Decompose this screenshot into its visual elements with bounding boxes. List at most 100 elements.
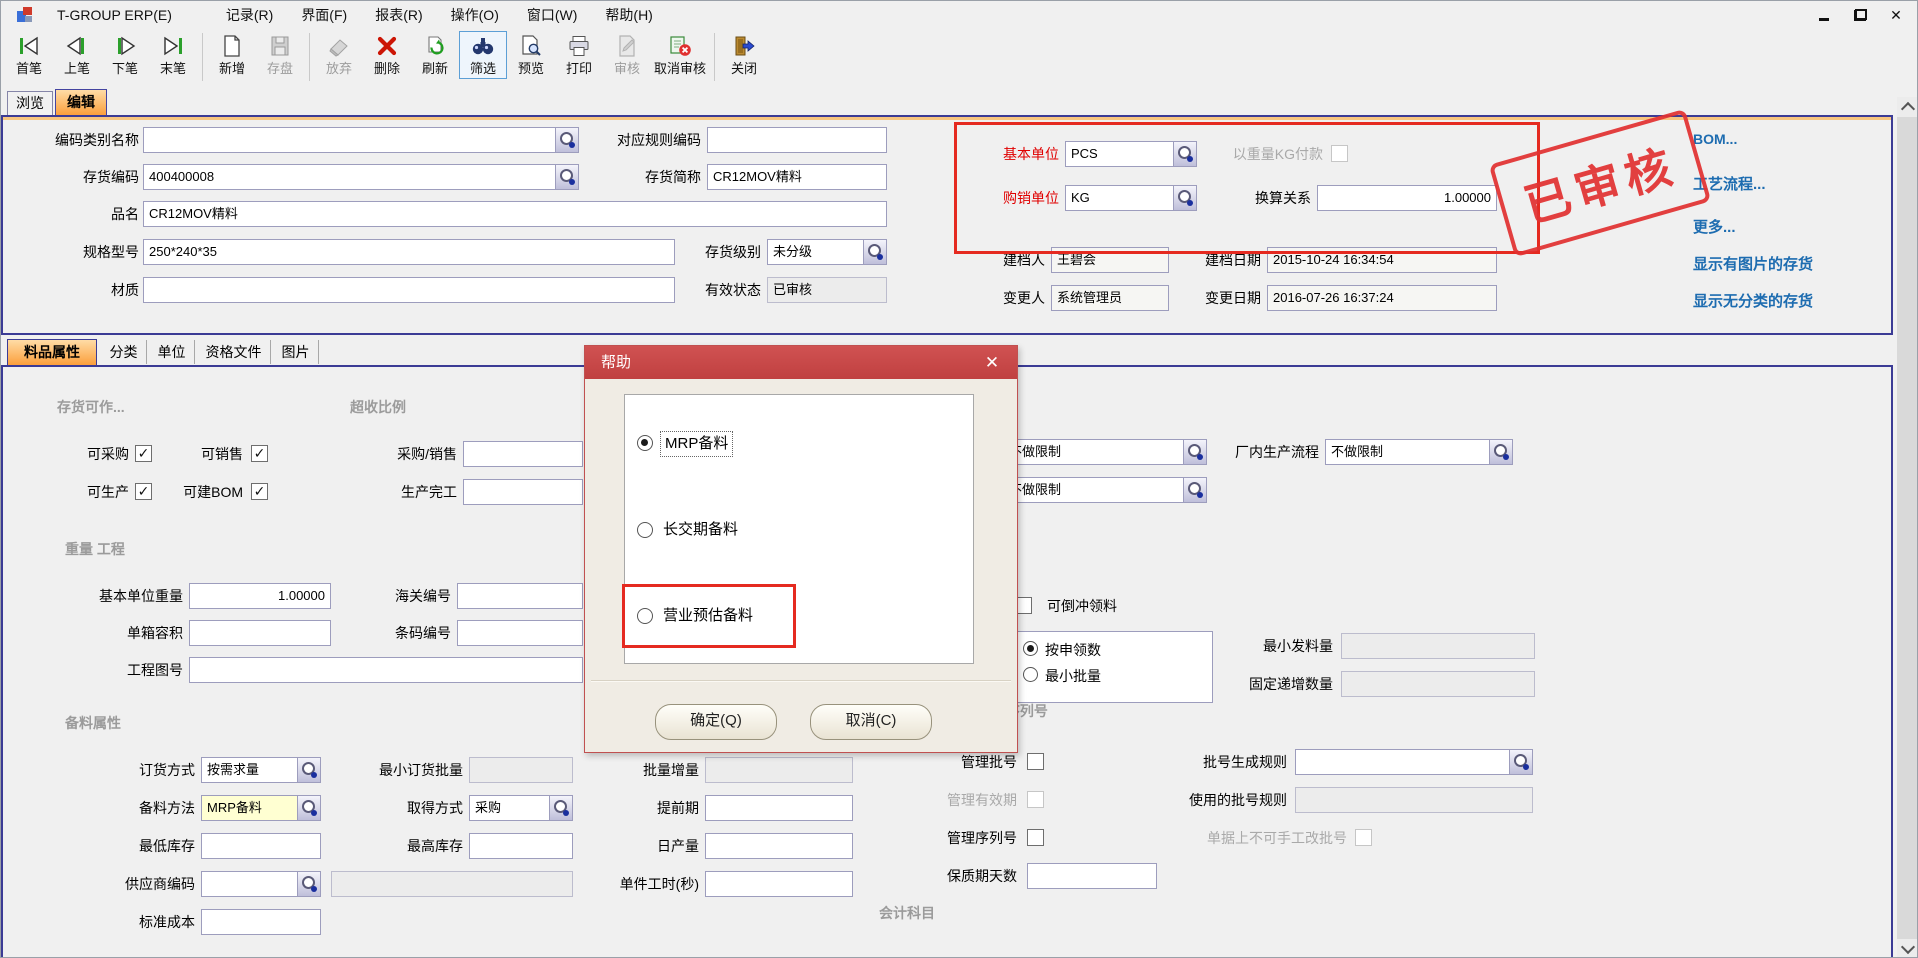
option-sales-forecast-radio[interactable] <box>637 608 653 624</box>
over-purchase-sale-field[interactable] <box>463 441 583 467</box>
code-class-field[interactable] <box>143 127 579 153</box>
last-record-button[interactable]: 末笔 <box>149 31 197 79</box>
minimize-button[interactable] <box>1813 4 1835 26</box>
manage-serial-checkbox[interactable] <box>1027 829 1044 846</box>
shelf-days-field[interactable] <box>1027 863 1157 889</box>
base-unit-field[interactable]: PCS <box>1065 141 1197 167</box>
limit-dropdown-1[interactable]: 不做限制 <box>1003 439 1207 465</box>
lookup-icon[interactable] <box>297 796 320 820</box>
discard-button[interactable]: 放弃 <box>315 31 363 79</box>
tab-images[interactable]: 图片 <box>273 340 319 364</box>
item-name-field[interactable]: CR12MOV精料 <box>143 201 887 227</box>
help-dialog-titlebar[interactable]: 帮助 <box>585 346 1017 379</box>
dialog-close-icon[interactable]: ✕ <box>979 346 1005 379</box>
tab-classification[interactable]: 分类 <box>101 340 147 364</box>
option-long-lead-radio[interactable] <box>637 522 653 538</box>
menu-app-title[interactable]: T-GROUP ERP(E) <box>43 1 186 29</box>
item-code-field[interactable]: 400400008 <box>143 164 579 190</box>
prev-record-button[interactable]: 上笔 <box>53 31 101 79</box>
tab-browse[interactable]: 浏览 <box>7 91 53 115</box>
vertical-scrollbar[interactable] <box>1897 97 1918 958</box>
unit-time-field[interactable] <box>705 871 853 897</box>
prep-method-field[interactable]: MRP备料 <box>201 795 321 821</box>
item-level-field[interactable]: 未分级 <box>767 239 887 265</box>
supplier-code-field[interactable] <box>201 871 321 897</box>
batch-rule-field[interactable] <box>1295 749 1533 775</box>
can-build-bom-checkbox[interactable] <box>251 483 268 500</box>
link-show-items-with-images[interactable]: 显示有图片的存货 <box>1693 253 1813 274</box>
manage-batch-checkbox[interactable] <box>1027 753 1044 770</box>
lookup-icon[interactable] <box>1173 186 1196 210</box>
menu-window[interactable]: 窗口(W) <box>513 1 592 29</box>
over-production-field[interactable] <box>463 479 583 505</box>
cancel-audit-button[interactable]: 取消审核 <box>651 31 709 79</box>
factory-flow-field[interactable]: 不做限制 <box>1325 439 1513 465</box>
print-button[interactable]: 打印 <box>555 31 603 79</box>
refresh-button[interactable]: 刷新 <box>411 31 459 79</box>
menu-operation[interactable]: 操作(O) <box>437 1 513 29</box>
by-request-radio[interactable] <box>1023 641 1038 656</box>
close-form-button[interactable]: 关闭 <box>720 31 768 79</box>
filter-button[interactable]: 筛选 <box>459 31 507 79</box>
customs-code-field[interactable] <box>457 583 583 609</box>
option-sales-forecast-label[interactable]: 营业预估备料 <box>663 605 753 627</box>
lookup-icon[interactable] <box>555 128 578 152</box>
link-bom[interactable]: BOM... <box>1693 131 1737 147</box>
link-show-unclassified-items[interactable]: 显示无分类的存货 <box>1693 290 1813 311</box>
close-button[interactable]: ✕ <box>1885 4 1907 26</box>
lookup-icon[interactable] <box>1489 440 1512 464</box>
producible-checkbox[interactable] <box>135 483 152 500</box>
lookup-icon[interactable] <box>297 758 320 782</box>
tab-qualification-files[interactable]: 资格文件 <box>197 340 271 364</box>
ok-button[interactable]: 确定(Q) <box>655 704 777 740</box>
lookup-icon[interactable] <box>1509 750 1532 774</box>
lookup-icon[interactable] <box>863 240 886 264</box>
next-record-button[interactable]: 下笔 <box>101 31 149 79</box>
lookup-icon[interactable] <box>1183 478 1206 502</box>
sellable-checkbox[interactable] <box>251 445 268 462</box>
preview-button[interactable]: 预览 <box>507 31 555 79</box>
box-volume-field[interactable] <box>189 620 331 646</box>
tab-units[interactable]: 单位 <box>149 340 195 364</box>
option-long-lead-label[interactable]: 长交期备料 <box>663 519 738 541</box>
save-button[interactable]: 存盘 <box>256 31 304 79</box>
menu-interface[interactable]: 界面(F) <box>287 1 361 29</box>
delete-button[interactable]: 删除 <box>363 31 411 79</box>
daily-output-field[interactable] <box>705 833 853 859</box>
scroll-up-button[interactable] <box>1897 97 1918 117</box>
lead-time-field[interactable] <box>705 795 853 821</box>
spec-field[interactable]: 250*240*35 <box>143 239 675 265</box>
lookup-icon[interactable] <box>1183 440 1206 464</box>
audit-button[interactable]: 审核 <box>603 31 651 79</box>
menu-record[interactable]: 记录(R) <box>212 1 287 29</box>
tab-item-attributes[interactable]: 料品属性 <box>7 339 97 365</box>
lookup-icon[interactable] <box>297 872 320 896</box>
cancel-button[interactable]: 取消(C) <box>810 704 932 740</box>
lookup-icon[interactable] <box>1173 142 1196 166</box>
barcode-field[interactable] <box>457 620 583 646</box>
item-abbr-field[interactable]: CR12MOV精料 <box>707 164 887 190</box>
lookup-icon[interactable] <box>555 165 578 189</box>
link-more[interactable]: 更多... <box>1693 216 1736 237</box>
drawing-no-field[interactable] <box>189 657 583 683</box>
restore-button[interactable] <box>1849 4 1871 26</box>
min-stock-field[interactable] <box>201 833 321 859</box>
lookup-icon[interactable] <box>549 796 572 820</box>
menu-report[interactable]: 报表(R) <box>361 1 436 29</box>
max-stock-field[interactable] <box>469 833 573 859</box>
first-record-button[interactable]: 首笔 <box>5 31 53 79</box>
material-field[interactable] <box>143 277 675 303</box>
purchasable-checkbox[interactable] <box>135 445 152 462</box>
scroll-down-button[interactable] <box>1897 939 1918 958</box>
menu-help[interactable]: 帮助(H) <box>591 1 666 29</box>
min-batch-radio[interactable] <box>1023 667 1038 682</box>
base-weight-field[interactable]: 1.00000 <box>189 583 331 609</box>
order-mode-field[interactable]: 按需求量 <box>201 757 321 783</box>
acquire-mode-field[interactable]: 采购 <box>469 795 573 821</box>
conversion-field[interactable]: 1.00000 <box>1317 185 1497 211</box>
option-mrp-radio[interactable] <box>637 435 653 451</box>
tab-edit[interactable]: 编辑 <box>55 89 107 115</box>
limit-dropdown-2[interactable]: 不做限制 <box>1003 477 1207 503</box>
rule-code-field[interactable] <box>707 127 887 153</box>
option-mrp-label[interactable]: MRP备料 <box>661 432 732 456</box>
